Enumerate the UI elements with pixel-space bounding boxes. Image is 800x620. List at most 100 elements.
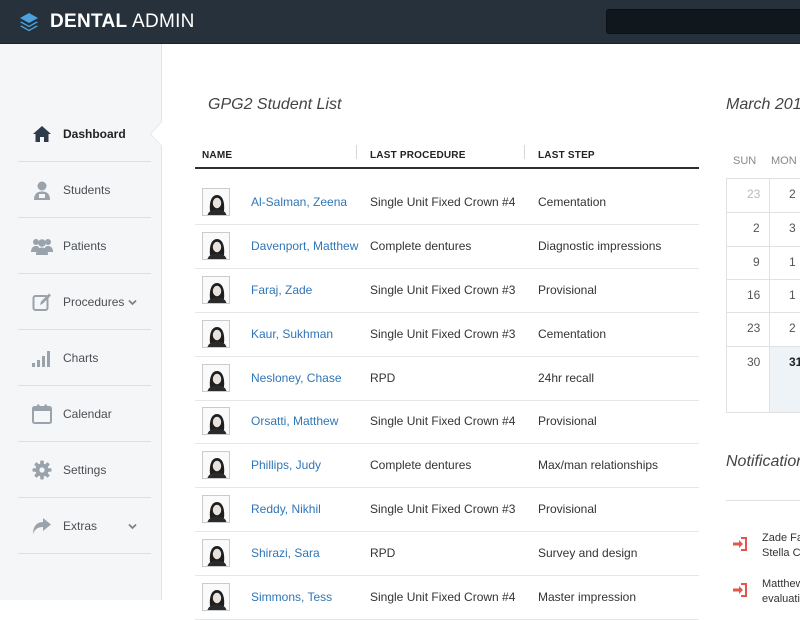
calendar-day[interactable]: 2 [753, 221, 760, 235]
avatar[interactable] [202, 188, 230, 216]
last-step-cell: Provisional [538, 502, 597, 516]
sidebar-item-settings[interactable]: Settings [18, 442, 151, 498]
last-procedure-cell: Single Unit Fixed Crown #4 [370, 414, 516, 428]
calendar-day[interactable]: 1 [789, 255, 796, 269]
calendar-title: March 201 [726, 96, 800, 113]
student-name-link[interactable]: Davenport, Matthew [251, 239, 358, 253]
last-step-cell: 24hr recall [538, 371, 595, 385]
calendar-day[interactable]: 9 [753, 255, 760, 269]
calendar-day[interactable]: 16 [747, 288, 760, 302]
avatar[interactable] [202, 451, 230, 479]
student-name-link[interactable]: Simmons, Tess [251, 590, 332, 604]
notification-text: Matthew evaluati [762, 578, 800, 605]
table-row[interactable]: Orsatti, Matthew Single Unit Fixed Crown … [195, 400, 699, 444]
calendar-day[interactable]: 31 [789, 355, 800, 369]
chevron-down-icon[interactable] [128, 298, 137, 307]
table-row[interactable]: Kaur, Sukhman Single Unit Fixed Crown #3 C… [195, 313, 699, 357]
sidebar-item-students[interactable]: Students [18, 162, 151, 218]
last-procedure-cell: RPD [370, 546, 396, 560]
student-name-link[interactable]: Nesloney, Chase [251, 371, 342, 385]
calendar-grid-line [769, 178, 770, 412]
student-icon [31, 179, 53, 201]
table-row[interactable]: Simmons, Tess Single Unit Fixed Crown #4 M… [195, 576, 699, 620]
calendar-day[interactable]: 23 [747, 187, 760, 201]
table-row[interactable]: Nesloney, Chase RPD 24hr recall [195, 357, 699, 401]
search-input[interactable] [606, 9, 800, 34]
calendar-day[interactable]: 3 [789, 221, 796, 235]
top-bar: DENTAL ADMIN [0, 0, 800, 44]
bar-chart-icon [31, 347, 53, 369]
table-row[interactable]: Shirazi, Sara RPD Survey and design [195, 532, 699, 576]
sidebar-item-label: Calendar [63, 406, 112, 421]
day-name-mon: MON [771, 155, 797, 167]
student-name-link[interactable]: Phillips, Judy [251, 458, 321, 472]
column-divider [356, 145, 357, 159]
avatar[interactable] [202, 276, 230, 304]
day-name-sun: SUN [733, 155, 757, 167]
table-row[interactable]: Reddy, Nikhil Single Unit Fixed Crown #3 P… [195, 488, 699, 532]
last-procedure-cell: Complete dentures [370, 239, 472, 253]
last-step-cell: Cementation [538, 327, 607, 341]
share-icon [31, 515, 53, 537]
last-step-cell: Cementation [538, 195, 607, 209]
avatar[interactable] [202, 407, 230, 435]
student-name-link[interactable]: Al-Salman, Zeena [251, 195, 347, 209]
student-name-link[interactable]: Orsatti, Matthew [251, 414, 338, 428]
student-name-link[interactable]: Reddy, Nikhil [251, 502, 321, 516]
avatar[interactable] [202, 320, 230, 348]
sidebar-item-label: Students [63, 182, 111, 197]
calendar-day[interactable]: 1 [789, 288, 796, 302]
calendar-day[interactable]: 23 [747, 321, 760, 335]
app-brand[interactable]: DENTAL ADMIN [50, 11, 195, 33]
sidebar-item-label: Dashboard [63, 126, 126, 141]
avatar[interactable] [202, 539, 230, 567]
avatar[interactable] [202, 583, 230, 611]
sidebar: Dashboard Students Patients Procedures C… [0, 44, 162, 600]
edit-icon [31, 291, 53, 313]
table-header: NAME LAST PROCEDURE LAST STEP [195, 145, 699, 169]
column-header-name[interactable]: NAME [202, 150, 232, 161]
table-row[interactable]: Faraj, Zade Single Unit Fixed Crown #3 Pro… [195, 269, 699, 313]
sidebar-item-patients[interactable]: Patients [18, 218, 151, 274]
column-divider [524, 145, 525, 159]
calendar-grid: 23 2 2 3 9 1 16 1 23 2 30 31 [726, 178, 800, 413]
last-procedure-cell: Single Unit Fixed Crown #4 [370, 590, 516, 604]
student-name-link[interactable]: Faraj, Zade [251, 283, 312, 297]
sidebar-item-procedures[interactable]: Procedures [18, 274, 151, 330]
sidebar-item-charts[interactable]: Charts [18, 330, 151, 386]
last-step-cell: Master impression [538, 590, 637, 604]
calendar-week-row: 30 31 [726, 347, 800, 413]
users-icon [31, 235, 53, 257]
active-indicator [151, 122, 162, 146]
last-step-cell: Diagnostic impressions [538, 239, 662, 253]
sign-in-icon [733, 583, 747, 597]
notifications-title: Notification [726, 453, 800, 470]
calendar-week-row: 23 [726, 213, 800, 247]
table-row[interactable]: Phillips, Judy Complete dentures Max/man r… [195, 444, 699, 488]
avatar[interactable] [202, 495, 230, 523]
last-step-cell: Survey and design [538, 546, 638, 560]
sidebar-item-label: Patients [63, 238, 107, 253]
avatar[interactable] [202, 232, 230, 260]
notification-text: Zade Fa Stella C [762, 532, 800, 559]
table-row[interactable]: Al-Salman, Zeena Single Unit Fixed Crown … [195, 181, 699, 225]
column-header-last-procedure[interactable]: LAST PROCEDURE [370, 150, 466, 161]
column-header-last-step[interactable]: LAST STEP [538, 150, 595, 161]
calendar-day[interactable]: 30 [747, 355, 760, 369]
avatar[interactable] [202, 364, 230, 392]
notification-item[interactable]: Zade Fa Stella C [733, 531, 800, 571]
calendar-day[interactable]: 2 [789, 321, 796, 335]
table-row[interactable]: Davenport, Matthew Complete dentures Diagn… [195, 225, 699, 269]
student-name-link[interactable]: Kaur, Sukhman [251, 327, 333, 341]
calendar-week-row: 16 1 [726, 280, 800, 313]
layers-icon[interactable] [18, 11, 40, 33]
sidebar-item-dashboard[interactable]: Dashboard [18, 106, 151, 162]
student-name-link[interactable]: Shirazi, Sara [251, 546, 320, 560]
sidebar-item-extras[interactable]: Extras [18, 498, 151, 554]
chevron-down-icon[interactable] [128, 522, 137, 531]
calendar-day[interactable]: 2 [789, 187, 796, 201]
sidebar-item-label: Settings [63, 462, 107, 477]
last-procedure-cell: Single Unit Fixed Crown #3 [370, 327, 516, 341]
sidebar-item-calendar[interactable]: Calendar [18, 386, 151, 442]
notification-item[interactable]: Matthew evaluati [733, 577, 800, 617]
